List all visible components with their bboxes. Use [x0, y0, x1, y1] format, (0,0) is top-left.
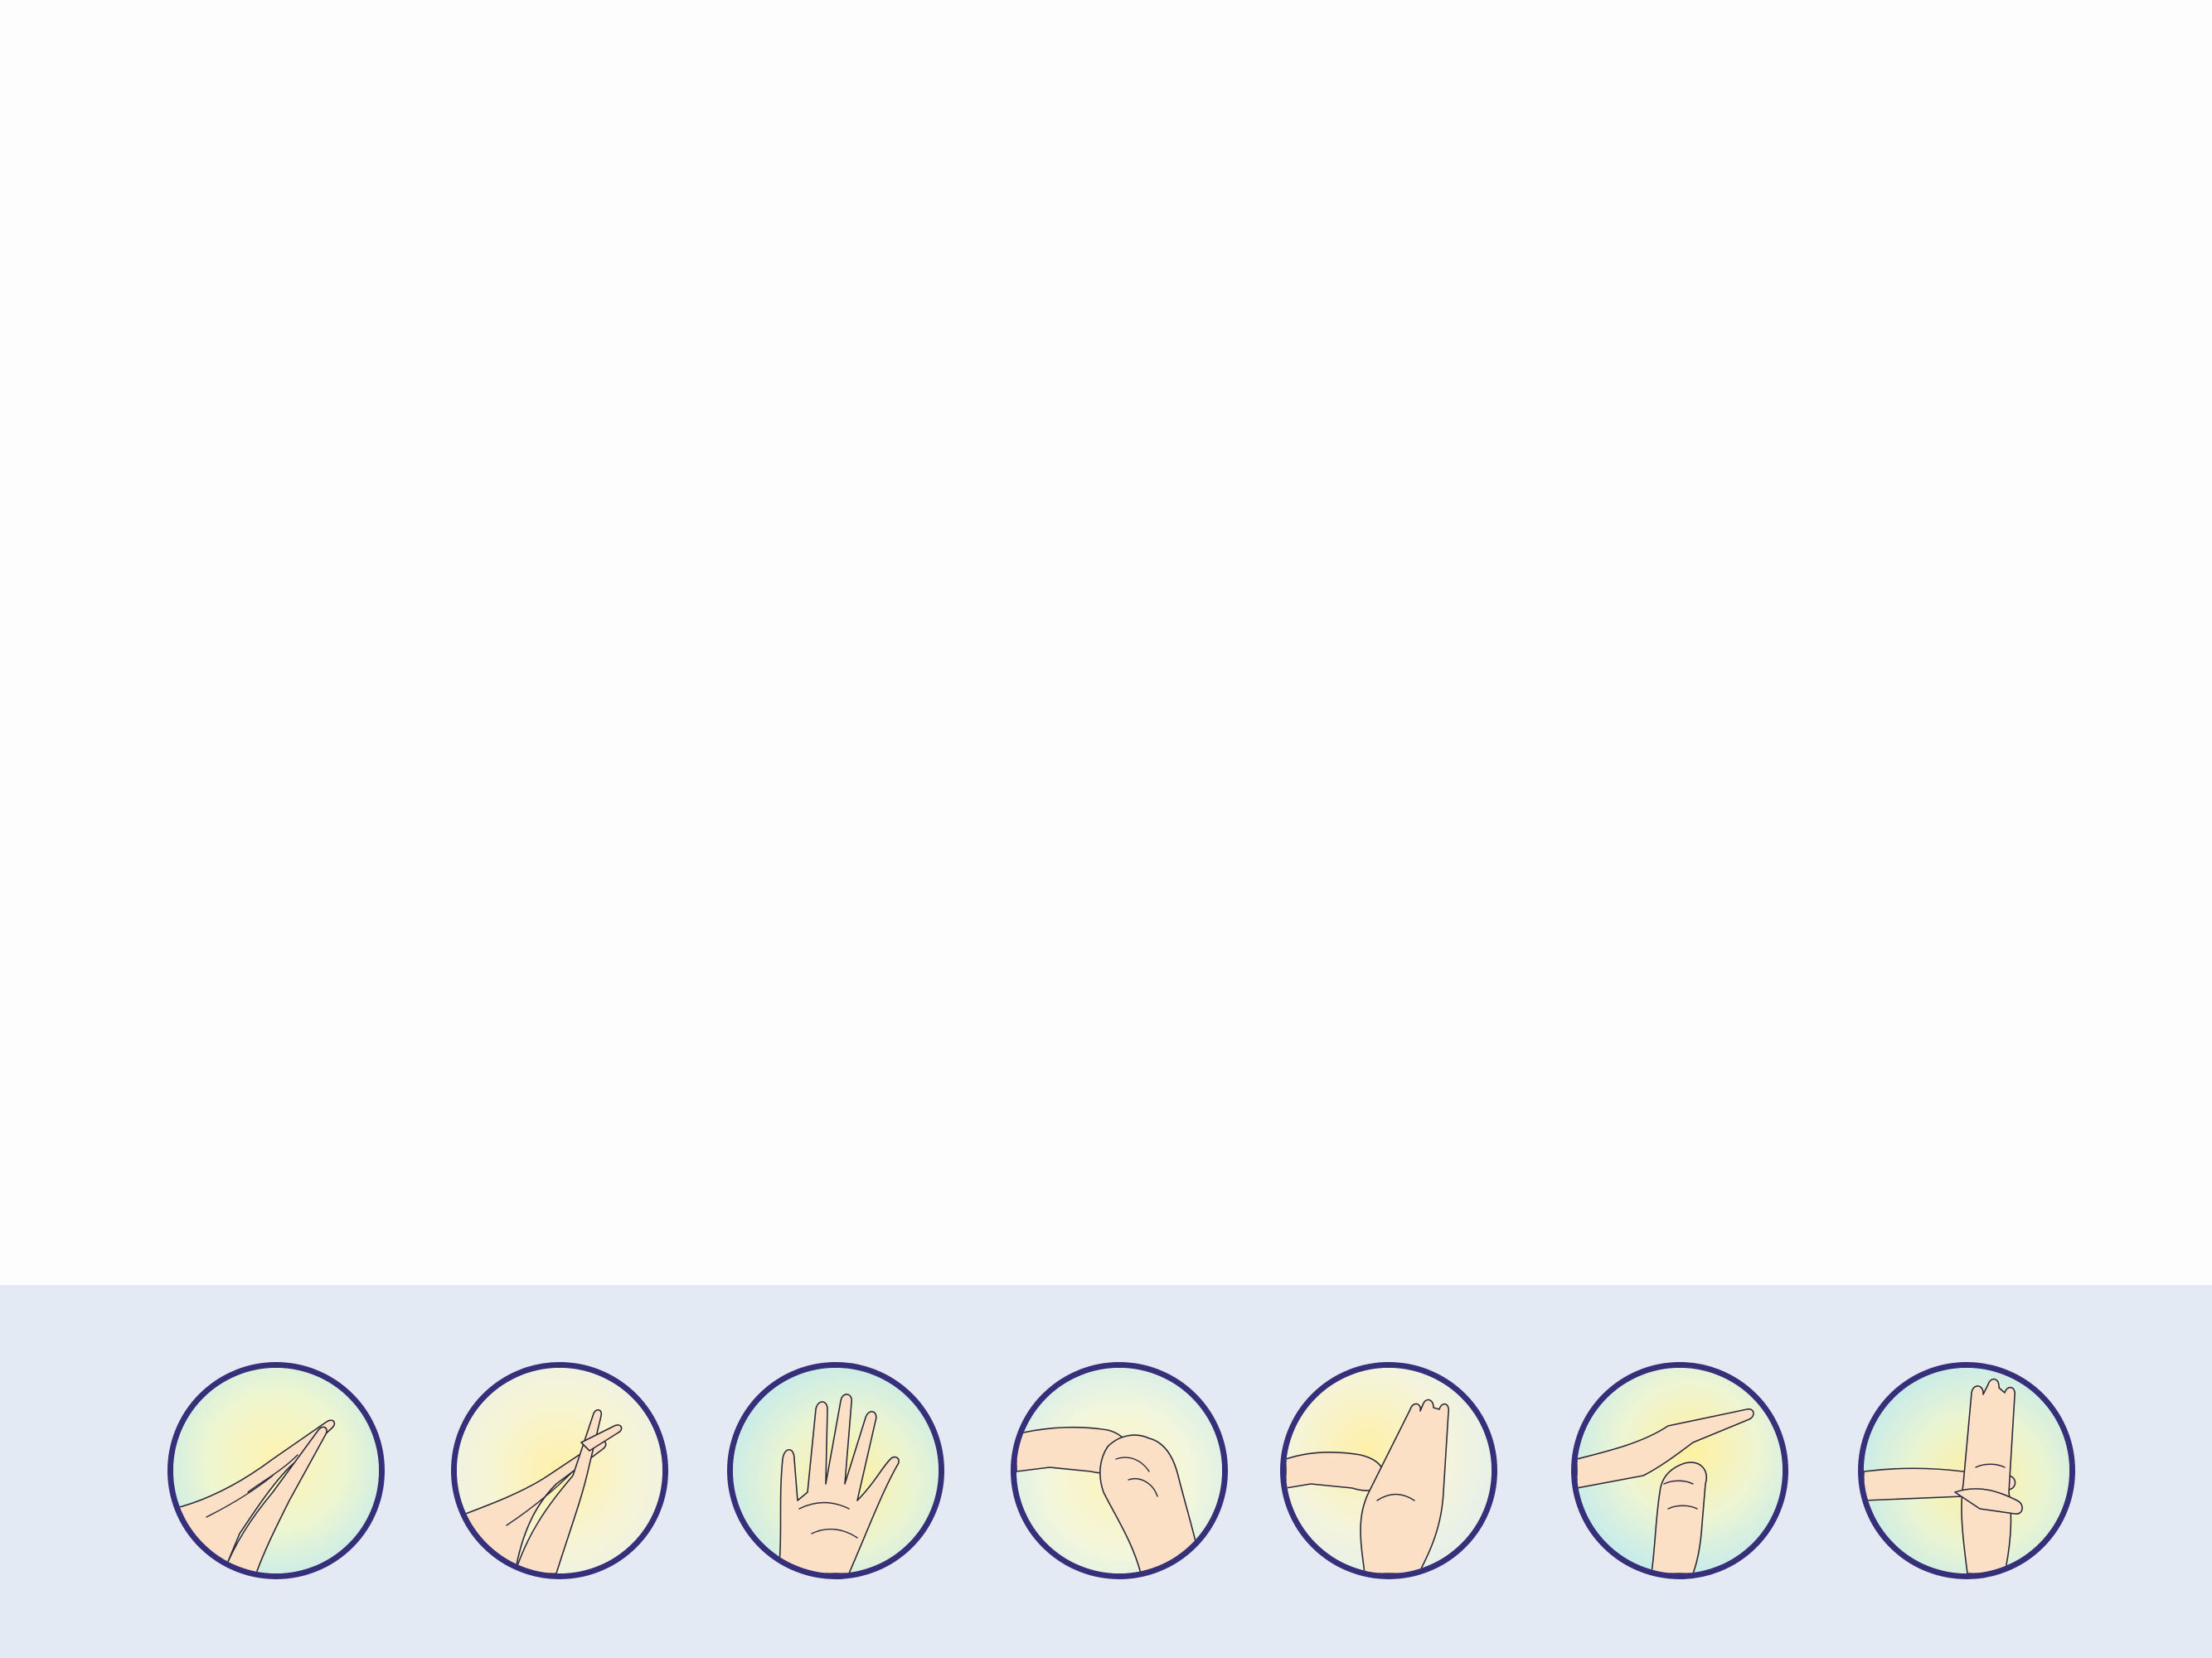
back-of-hand-rub-icon — [727, 1362, 944, 1579]
fingertips-clasp-rub-icon — [1011, 1362, 1228, 1579]
wrist-rub-icon — [1858, 1362, 2075, 1579]
thumb-rotation-rub-icon — [1280, 1362, 1497, 1579]
page — [0, 0, 2212, 1658]
hand-washing-steps-band — [0, 1285, 2212, 1658]
blank-content-area — [0, 0, 2212, 1285]
fingers-interlaced-rub-icon — [451, 1362, 668, 1579]
palm-to-palm-rub-icon — [167, 1362, 385, 1579]
fingertips-in-palm-rub-icon — [1571, 1362, 1788, 1579]
